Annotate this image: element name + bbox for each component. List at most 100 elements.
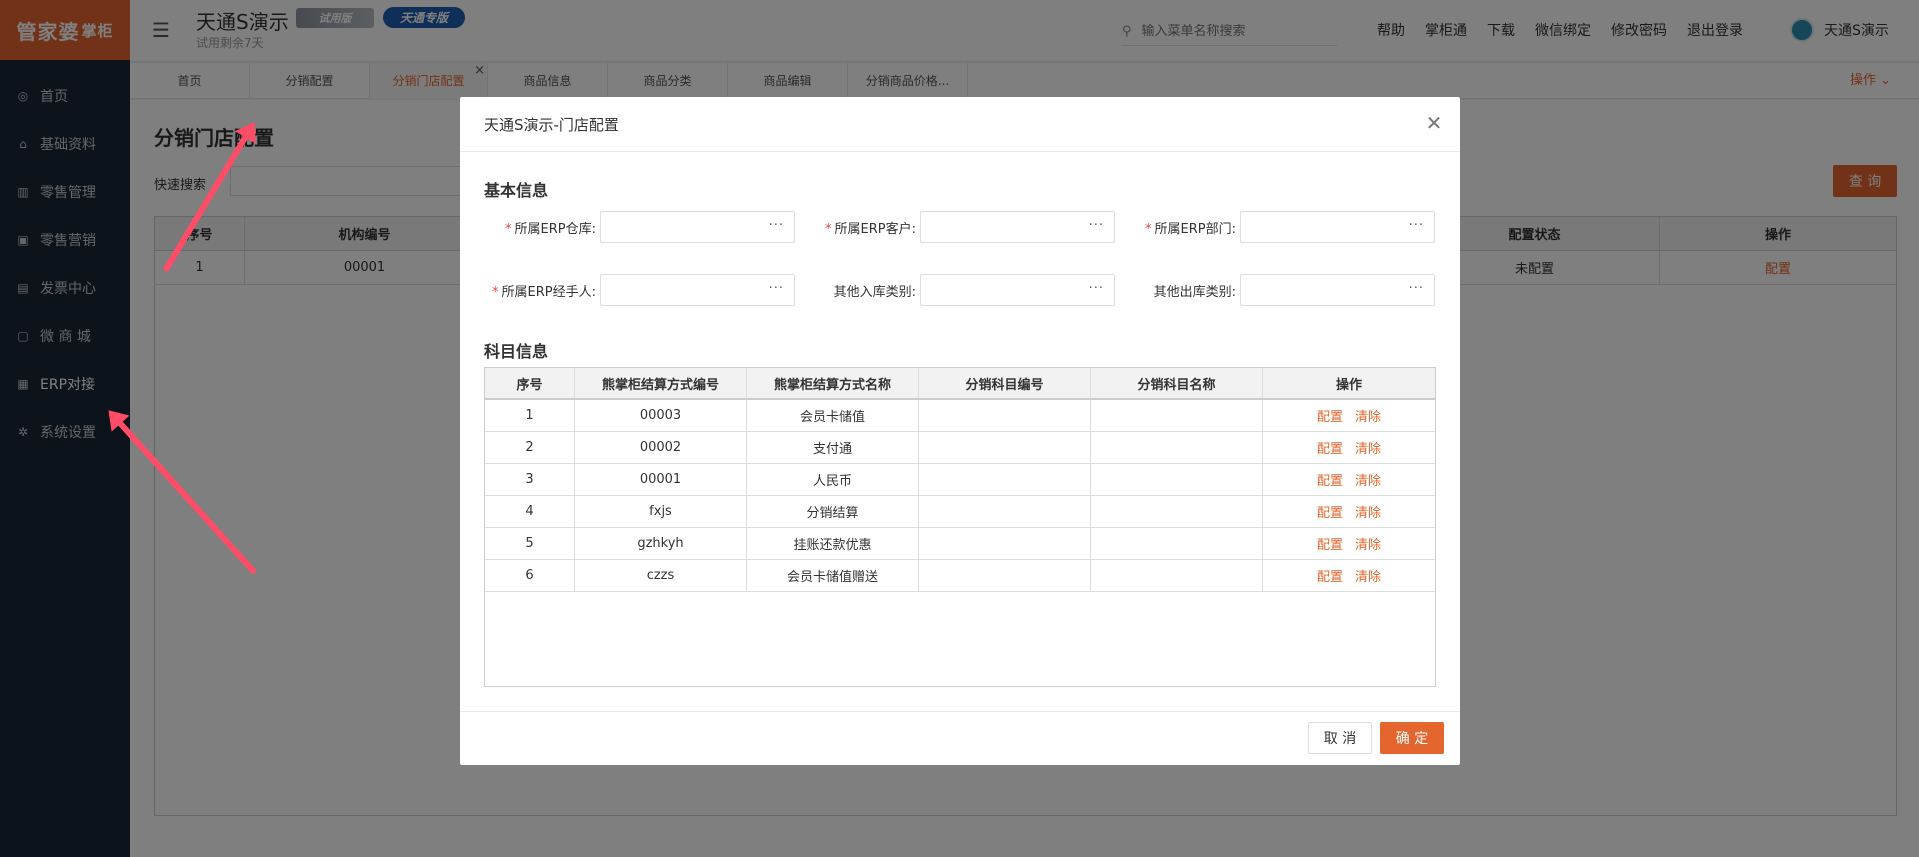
erp-handler-picker[interactable]: ··· [600, 274, 795, 306]
required-mark: * [1145, 221, 1152, 237]
ellipsis-icon[interactable]: ··· [1409, 218, 1424, 233]
cell-code: 00003 [575, 400, 747, 431]
config-link[interactable]: 配置 [1317, 566, 1343, 585]
account-info-title: 科目信息 [484, 342, 549, 361]
required-mark: * [825, 221, 832, 237]
confirm-button[interactable]: 确 定 [1380, 722, 1444, 754]
table-row: 1 00003 会员卡储值 配置 清除 [485, 400, 1435, 432]
header-cell: 分销科目名称 [1091, 368, 1263, 398]
out-type-picker[interactable]: ··· [1240, 274, 1435, 306]
cell-sub-name [1091, 528, 1263, 559]
table-row: 5 gzhkyh 挂账还款优惠 配置 清除 [485, 528, 1435, 560]
erp-department-field: * 所属ERP部门: ··· [1124, 211, 1435, 243]
erp-department-picker[interactable]: ··· [1240, 211, 1435, 243]
cell-actions: 配置 清除 [1263, 464, 1435, 495]
in-type-picker[interactable]: ··· [920, 274, 1115, 306]
header-cell: 熊掌柜结算方式名称 [747, 368, 919, 398]
header-cell: 操作 [1335, 377, 1362, 393]
header-cell: 熊掌柜结算方式编号 [575, 368, 747, 398]
out-type-field: 其他出库类别: ··· [1124, 274, 1435, 306]
ellipsis-icon[interactable]: ··· [1409, 281, 1424, 296]
table-body: 1 00003 会员卡储值 配置 清除 2 00002 支付通 配置 清除 3 00001 人民币 配置清… [485, 400, 1435, 592]
dialog-header: 天通S演示-门店配置 ✕ [460, 97, 1460, 152]
cell-no: 4 [485, 496, 575, 527]
cell-sub-code [919, 464, 1091, 495]
field-label: 其他入库类别: [833, 284, 916, 300]
field-label: 其他出库类别: [1153, 284, 1236, 300]
cell-no: 1 [485, 400, 575, 431]
ellipsis-icon[interactable]: ··· [1089, 281, 1104, 296]
header-cell: 分销科目编号 [919, 368, 1091, 398]
cell-code: czzs [575, 560, 747, 591]
table-row: 6 czzs 会员卡储值赠送 配置 清除 [485, 560, 1435, 592]
cell-sub-code [919, 560, 1091, 591]
config-link[interactable]: 配置 [1317, 502, 1343, 521]
label-text: 所属ERP部门: [1154, 221, 1236, 237]
erp-warehouse-field: * 所属ERP仓库: ··· [484, 211, 795, 243]
clear-link[interactable]: 清除 [1355, 502, 1381, 521]
close-icon[interactable]: ✕ [1424, 113, 1444, 133]
cell-sub-name [1091, 400, 1263, 431]
config-link[interactable]: 配置 [1317, 438, 1343, 457]
required-mark: * [505, 221, 512, 237]
ellipsis-icon[interactable]: ··· [769, 218, 784, 233]
clear-link[interactable]: 清除 [1355, 470, 1381, 489]
cell-sub-name [1091, 432, 1263, 463]
in-type-field: 其他入库类别: ··· [804, 274, 1115, 306]
account-table: 序号 熊掌柜结算方式编号 熊掌柜结算方式名称 分销科目编号 分销科目名称 操作 … [484, 367, 1436, 687]
clear-link[interactable]: 清除 [1355, 438, 1381, 457]
cell-sub-code [919, 496, 1091, 527]
table-header: 序号 熊掌柜结算方式编号 熊掌柜结算方式名称 分销科目编号 分销科目名称 操作 [485, 368, 1435, 400]
cell-no: 5 [485, 528, 575, 559]
cell-no: 3 [485, 464, 575, 495]
cell-sub-name [1091, 560, 1263, 591]
cell-name: 分销结算 [747, 496, 919, 527]
cell-name: 支付通 [747, 432, 919, 463]
table-row: 2 00002 支付通 配置 清除 [485, 432, 1435, 464]
config-link[interactable]: 配置 [1317, 470, 1343, 489]
ellipsis-icon[interactable]: ··· [769, 281, 784, 296]
ellipsis-icon[interactable]: ··· [1089, 218, 1104, 233]
cell-code: 00002 [575, 432, 747, 463]
erp-warehouse-picker[interactable]: ··· [600, 211, 795, 243]
field-label: * 所属ERP部门: [1124, 218, 1236, 237]
required-mark: * [492, 284, 499, 300]
field-label: * 所属ERP仓库: [484, 218, 596, 237]
field-label: * 所属ERP客户: [804, 218, 916, 237]
cell-name: 挂账还款优惠 [747, 528, 919, 559]
cell-code: fxjs [575, 496, 747, 527]
cell-code: 00001 [575, 464, 747, 495]
clear-link[interactable]: 清除 [1355, 566, 1381, 585]
cell-sub-code [919, 528, 1091, 559]
cell-sub-name [1091, 464, 1263, 495]
config-link[interactable]: 配置 [1317, 406, 1343, 425]
cell-no: 2 [485, 432, 575, 463]
cell-code: gzhkyh [575, 528, 747, 559]
clear-link[interactable]: 清除 [1355, 534, 1381, 553]
cell-name: 人民币 [747, 464, 919, 495]
label-text: 所属ERP仓库: [514, 221, 596, 237]
cell-actions: 配置 清除 [1263, 400, 1435, 431]
cell-sub-name [1091, 496, 1263, 527]
cell-actions: 配置 清除 [1263, 528, 1435, 559]
erp-customer-picker[interactable]: ··· [920, 211, 1115, 243]
dialog-footer: 取 消 确 定 [460, 711, 1460, 765]
table-row: 3 00001 人民币 配置 清除 [485, 464, 1435, 496]
table-row: 4 fxjs 分销结算 配置 清除 [485, 496, 1435, 528]
field-label: * 所属ERP经手人: [484, 281, 596, 300]
erp-customer-field: * 所属ERP客户: ··· [804, 211, 1115, 243]
cell-no: 6 [485, 560, 575, 591]
cell-name: 会员卡储值赠送 [747, 560, 919, 591]
cancel-button[interactable]: 取 消 [1308, 722, 1372, 754]
cell-sub-code [919, 432, 1091, 463]
store-config-dialog: 天通S演示-门店配置 ✕ 基本信息 * 所属ERP仓库: ··· * 所属ERP客户… [460, 97, 1460, 765]
erp-handler-field: * 所属ERP经手人: ··· [484, 274, 795, 306]
cell-actions: 配置 清除 [1263, 560, 1435, 591]
cell-actions: 配置 清除 [1263, 432, 1435, 463]
clear-link[interactable]: 清除 [1355, 406, 1381, 425]
label-text: 所属ERP经手人: [501, 284, 596, 300]
cell-name: 会员卡储值 [747, 400, 919, 431]
config-link[interactable]: 配置 [1317, 534, 1343, 553]
basic-info-title: 基本信息 [484, 181, 549, 200]
cell-sub-code [919, 400, 1091, 431]
